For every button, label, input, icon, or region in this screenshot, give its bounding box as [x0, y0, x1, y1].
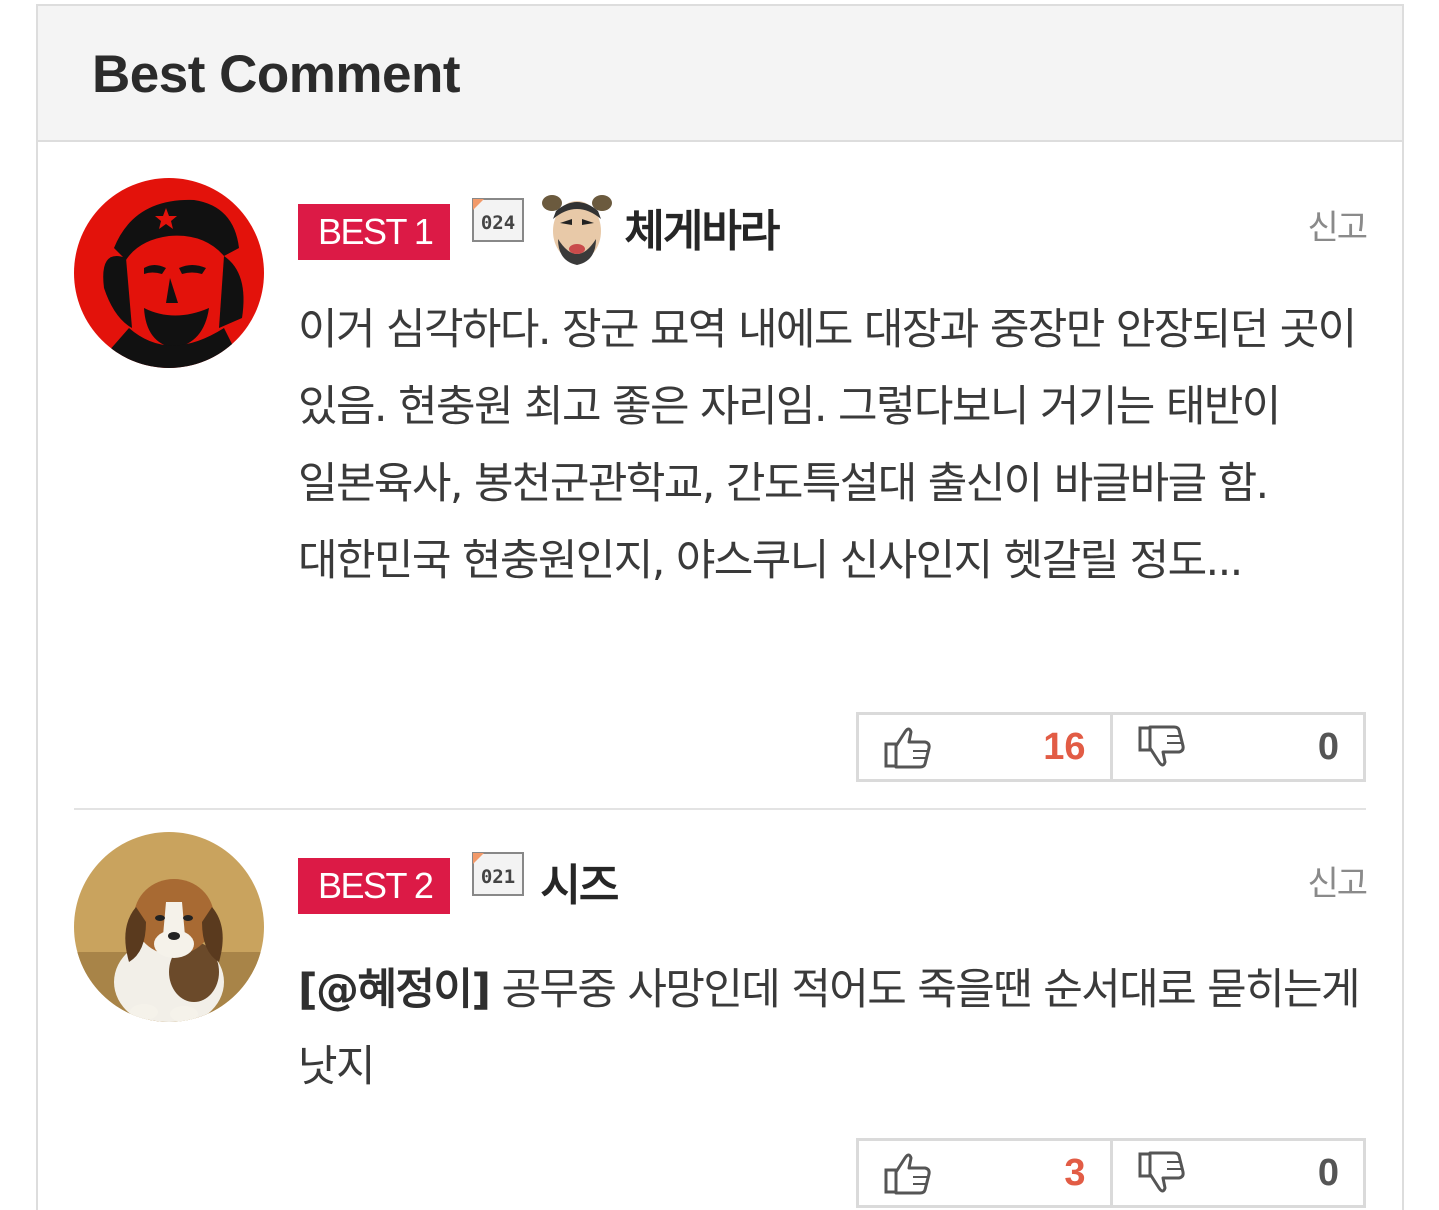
nickname[interactable]: 시즈: [540, 849, 619, 913]
level-icon: 024: [472, 198, 525, 242]
report-link[interactable]: 신고: [1307, 200, 1368, 249]
comment-item: BEST 1 024 체게바라 신고 이거 심각하다. 장군 묘역 내에도 대장…: [38, 142, 1402, 810]
comment-meta: BEST 2 021 시즈: [298, 846, 619, 916]
thumbs-up-icon: [884, 727, 931, 769]
comment-item: BEST 2 021 시즈 신고 [@혜정이] 공무중 사망인데 적어도 죽을땐…: [38, 812, 1402, 1210]
comment-meta: BEST 1 024 체게바라: [298, 192, 780, 265]
upvote-count: 16: [1043, 725, 1086, 768]
red-portrait-avatar: [74, 178, 264, 368]
vote-box: 16 0: [856, 712, 1366, 782]
level-icon: 021: [472, 852, 525, 896]
best-badge: BEST 2: [298, 858, 451, 914]
vote-box: 3 0: [856, 1138, 1366, 1208]
downvote-count: 0: [1317, 1151, 1339, 1194]
downvote-button[interactable]: 0: [1109, 1141, 1364, 1205]
upvote-button[interactable]: 3: [859, 1141, 1110, 1205]
puppy-avatar: [74, 832, 264, 1022]
level-number: 024: [481, 212, 515, 234]
best-comment-panel: Best Comment BEST 1 024 체게바라 신고 이거 심각하다.…: [36, 4, 1404, 1210]
comment-divider: [74, 808, 1366, 810]
bearded-face-icon: [538, 189, 616, 267]
avatar[interactable]: [74, 832, 264, 1022]
thumbs-up-icon: [884, 1153, 931, 1195]
thumbs-down-icon: [1138, 1151, 1185, 1193]
avatar[interactable]: [74, 178, 264, 368]
best-badge: BEST 1: [298, 204, 451, 260]
mention-link[interactable]: [@혜정이]: [298, 965, 491, 1015]
nickname[interactable]: 체게바라: [624, 195, 780, 259]
comment-text: [@혜정이] 공무중 사망인데 적어도 죽을땐 순서대로 묻히는게 낫지: [298, 952, 1372, 1106]
comment-text: 이거 심각하다. 장군 묘역 내에도 대장과 중장만 안장되던 곳이 있음. 현…: [298, 305, 1357, 586]
panel-title: Best Comment: [92, 45, 461, 104]
downvote-button[interactable]: 0: [1109, 715, 1364, 779]
upvote-count: 3: [1064, 1151, 1086, 1194]
level-number: 021: [481, 866, 515, 888]
downvote-count: 0: [1317, 725, 1339, 768]
panel-header: Best Comment: [38, 6, 1402, 142]
upvote-button[interactable]: 16: [859, 715, 1110, 779]
report-link[interactable]: 신고: [1307, 856, 1368, 905]
thumbs-down-icon: [1138, 725, 1185, 767]
